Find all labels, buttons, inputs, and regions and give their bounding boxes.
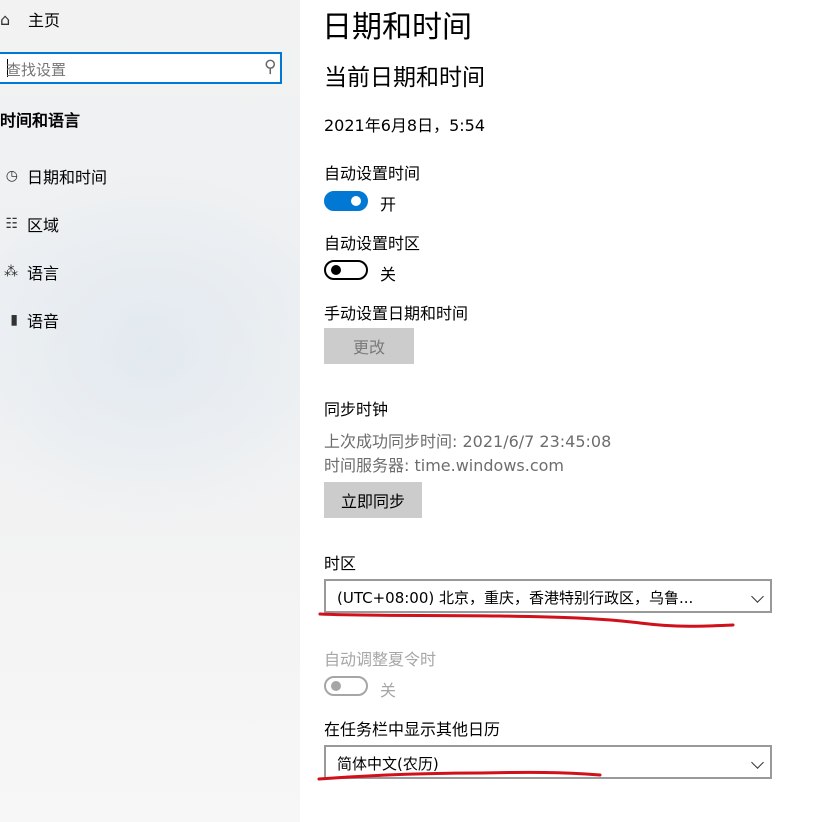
timezone-underline [318,612,735,628]
annotation-layer [317,612,735,781]
calendar-underline [317,770,602,781]
